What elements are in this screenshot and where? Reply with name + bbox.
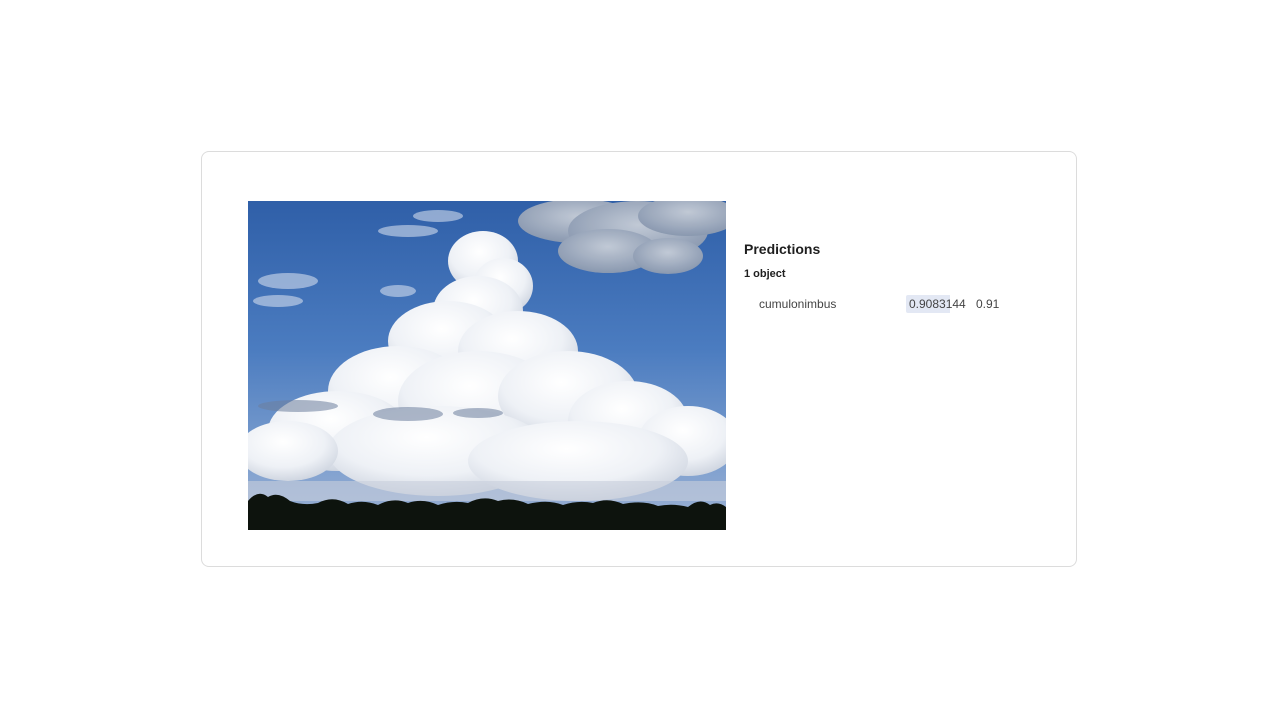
prediction-card: Predictions 1 object cumulonimbus 0.9083… [201, 151, 1077, 567]
prediction-score-rounded: 0.91 [976, 297, 1000, 311]
prediction-row: cumulonimbus 0.9083144 0.91 [744, 295, 1064, 313]
prediction-label: cumulonimbus [759, 297, 837, 311]
input-image [248, 201, 726, 530]
predictions-panel: Predictions 1 object cumulonimbus 0.9083… [744, 240, 1064, 313]
prediction-score: 0.9083144 [906, 295, 969, 313]
object-count: 1 object [744, 268, 786, 280]
predictions-title: Predictions [744, 241, 821, 257]
